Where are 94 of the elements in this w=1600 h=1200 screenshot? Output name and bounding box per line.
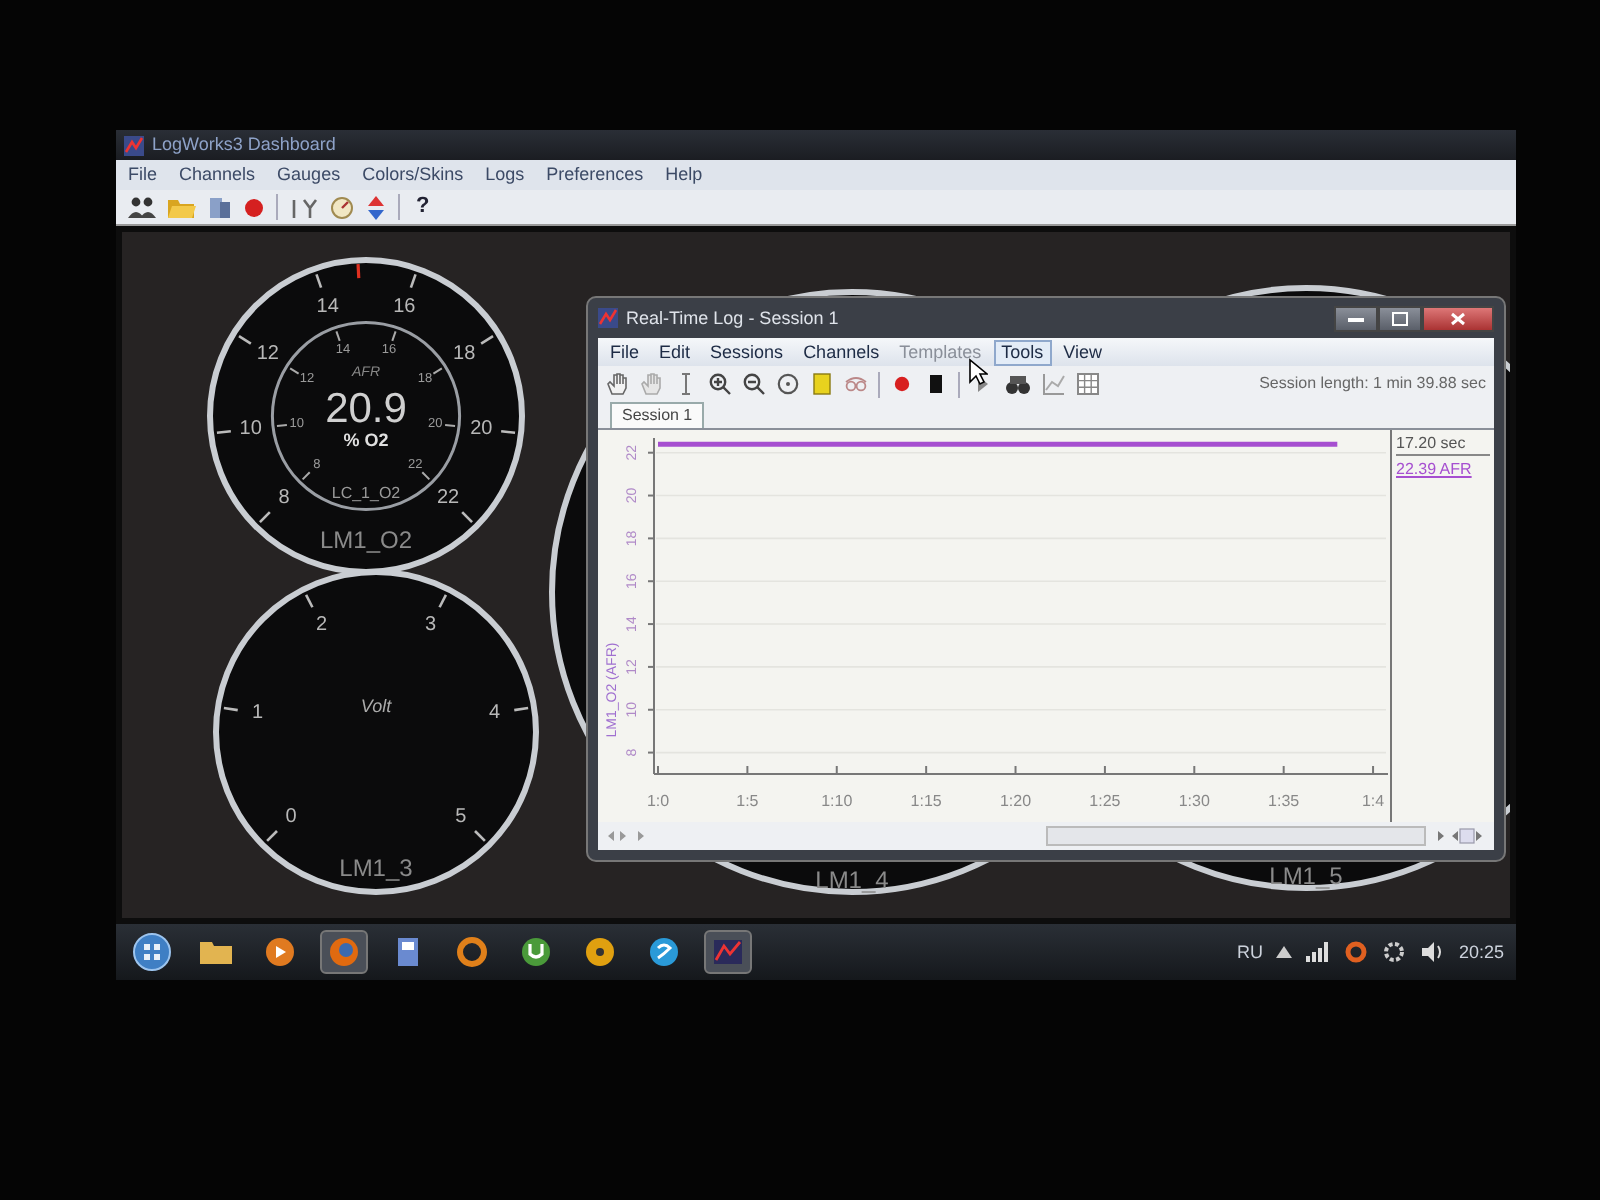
session-length-text: Session length: 1 min 39.88 sec [1259,376,1486,392]
gauge-name: LM1_5 [1269,862,1343,890]
signal-bars-icon[interactable] [1306,942,1331,962]
antenna-icon[interactable] [290,195,318,219]
gauge-name: LM1_4 [815,866,889,894]
gauge-scale-label: 16 [393,295,416,318]
glasses-icon[interactable] [844,372,868,396]
people-icon[interactable] [128,195,156,219]
clock[interactable]: 20:25 [1458,943,1504,961]
x-tick-label: 1:4 [1361,792,1385,810]
gauge-name: LM1_O2 [319,526,413,554]
cursor-time: 17.20 sec [1396,434,1490,456]
mouse-pointer-icon [968,358,988,386]
x-tick-label: 1:15 [910,792,942,810]
gauge-scale-label: 3 [424,614,437,637]
x-tick-label: 1:10 [821,792,853,810]
app-icon [124,135,144,155]
gauge-scale-label: 1 [251,702,264,725]
binoculars-icon[interactable] [1004,372,1032,396]
language-indicator[interactable]: RU [1236,943,1263,961]
gauge-unit: % O2 [343,430,389,450]
menu-item[interactable]: Channels [795,339,888,365]
up-down-arrows-icon[interactable] [366,195,386,219]
x-tick-label: 1:20 [999,792,1032,810]
help-button[interactable]: ? [412,196,434,218]
menu-item[interactable]: Logs [485,166,525,184]
gauge-scale-label: 4 [488,702,501,725]
menu-item[interactable]: File [128,166,158,184]
maximize-icon [1392,311,1408,325]
chat-icon [644,932,684,972]
browser-taskbar-button[interactable] [320,930,368,974]
window-title: Real-Time Log - Session 1 [626,309,839,327]
document-icon[interactable] [208,195,232,219]
stop-icon[interactable] [924,372,948,396]
menu-item[interactable]: Edit [651,339,699,365]
close-button[interactable] [1422,305,1494,331]
gauge-scale-label: 2 [315,614,328,637]
x-tick-label: 1:25 [1089,792,1121,810]
gauge-scale-label: 22 [436,487,460,509]
session-tab[interactable]: Session 1 [610,402,705,428]
app-icon [598,308,618,328]
gauge-caption: Volt [360,696,392,716]
gauge-scale-label: 18 [453,343,476,366]
gauge-scale-label: 14 [316,295,339,318]
torrent-icon [516,932,556,972]
menu-item[interactable]: Help [665,166,703,184]
minimize-button[interactable] [1334,305,1378,331]
minimize-icon [1348,312,1364,324]
scroll-arrows-icon[interactable] [1434,828,1486,844]
menu-item[interactable]: View [1055,339,1110,365]
media-player-icon [260,932,300,972]
gauge-scale-label: 5 [455,805,467,828]
up-arrow-icon[interactable] [1276,946,1293,958]
menu-item[interactable]: Colors/Skins [362,166,464,184]
gauge-icon[interactable] [330,195,354,219]
cursor-value: 22.39 AFR [1396,459,1474,479]
maximize-button[interactable] [1378,305,1422,331]
start-button[interactable] [128,930,176,974]
gauge-scale-label: 8 [278,487,290,509]
record-icon[interactable] [244,197,264,217]
menu-item[interactable]: Sessions [702,339,792,365]
zoom-in-icon[interactable] [708,372,732,396]
menu-item[interactable]: Channels [179,166,256,184]
x-tick-label: 1:35 [1268,792,1300,810]
menu-item[interactable]: Gauges [277,166,341,184]
gauge-reading: 20.9 [325,386,407,432]
dial-icon[interactable] [776,372,800,396]
x-tick-label: 1:0 [646,792,670,810]
disc-icon [580,932,620,972]
x-tick-label: 1:5 [736,792,759,810]
hand-icon[interactable] [606,372,630,396]
close-icon [1450,311,1466,325]
gauge-scale-label: 10 [239,418,262,440]
gauge-scale-label: 20 [470,418,493,440]
menu-item[interactable]: Preferences [546,166,644,184]
grid-icon[interactable] [1076,372,1100,396]
browser-icon [324,932,364,972]
gauge-name: LM1_3 [339,854,413,882]
channel-label: LC_1_O2 [331,484,401,502]
gauge-scale-label: 0 [285,805,297,828]
menu-item[interactable]: File [602,339,648,365]
horizontal-scrollbar[interactable] [1046,826,1426,846]
note-icon[interactable] [810,372,834,396]
x-tick-label: 1:30 [1178,792,1210,810]
speaker-icon[interactable] [1420,940,1445,964]
record-icon[interactable] [890,372,914,396]
window-title: LogWorks3 Dashboard [152,136,336,154]
gauge-scale-label: 12 [256,343,279,366]
menu-item[interactable]: Tools [993,339,1052,365]
zoom-out-icon[interactable] [742,372,766,396]
gear-icon[interactable] [1382,940,1407,964]
ring-icon[interactable] [1344,940,1369,964]
ring-icon [452,932,492,972]
chart-app-taskbar-button[interactable] [704,930,752,974]
